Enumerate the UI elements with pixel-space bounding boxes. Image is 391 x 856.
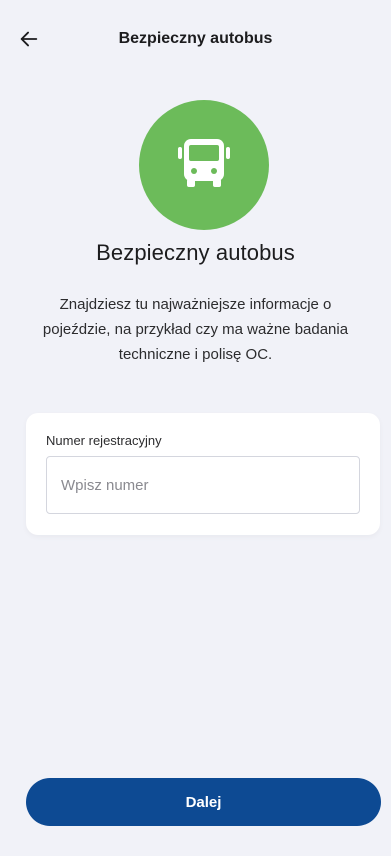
- registration-number-label: Numer rejestracyjny: [46, 433, 162, 448]
- bus-icon: [172, 131, 236, 200]
- screen: Bezpieczny autobus Bezpieczny autobus Zn…: [0, 0, 391, 856]
- registration-card: Numer rejestracyjny: [26, 413, 380, 535]
- hero-icon-circle: [139, 100, 269, 230]
- next-button[interactable]: Dalej: [26, 778, 381, 826]
- registration-number-input[interactable]: [46, 456, 360, 514]
- page-title: Bezpieczny autobus: [96, 240, 295, 265]
- header: Bezpieczny autobus: [0, 0, 391, 80]
- header-title: Bezpieczny autobus: [118, 30, 273, 47]
- page-description: Znajdziesz tu najważniejsze informacje o…: [42, 296, 349, 363]
